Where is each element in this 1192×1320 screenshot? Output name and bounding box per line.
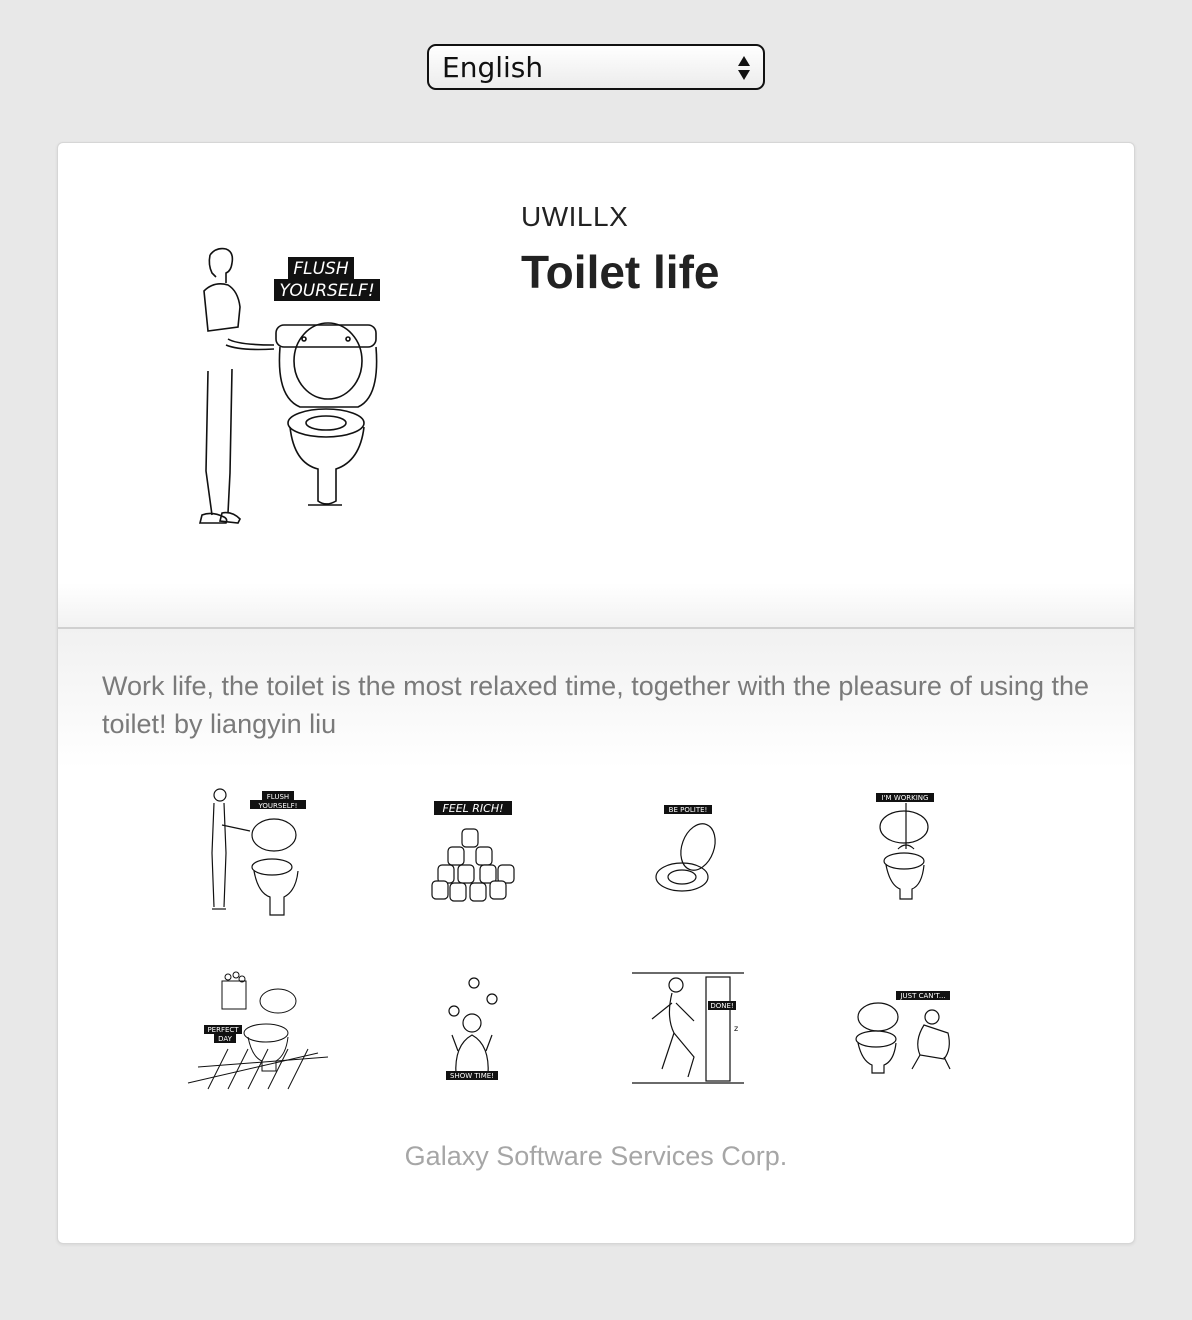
updown-arrows-icon (738, 56, 750, 80)
language-select[interactable]: English (427, 44, 765, 90)
sticker-feel-rich[interactable]: FEEL RICH! (398, 777, 548, 917)
svg-text:I'M WORKING: I'M WORKING (882, 794, 929, 802)
hero-caption-line2: YOURSELF! (279, 281, 374, 301)
sticker-be-polite[interactable]: BE POLITE! (614, 777, 764, 917)
pack-title: Toilet life (521, 246, 720, 298)
sticker-flush-yourself[interactable]: FLUSH YOURSELF! (178, 777, 328, 917)
svg-text:z: z (734, 1024, 738, 1033)
svg-text:PERFECT: PERFECT (207, 1026, 239, 1034)
svg-text:DAY: DAY (218, 1035, 233, 1043)
svg-text:BE POLITE!: BE POLITE! (669, 806, 708, 814)
sticker-just-cant[interactable]: JUST CAN'T... (830, 967, 980, 1107)
company-footer: Galaxy Software Services Corp. (404, 1141, 788, 1171)
sticker-im-working[interactable]: I'M WORKING (830, 777, 980, 917)
author-name: UWILLX (521, 201, 629, 232)
language-select-value: English (442, 50, 544, 84)
pack-description: Work life, the toilet is the most relaxe… (102, 671, 1090, 739)
svg-text:DONE!: DONE! (710, 1002, 733, 1010)
svg-text:FLUSH: FLUSH (267, 793, 289, 801)
hero-sticker-image: FLUSH YOURSELF! (198, 247, 380, 524)
hero-caption-line1: FLUSH (293, 259, 348, 279)
svg-text:FEEL RICH!: FEEL RICH! (442, 802, 503, 815)
sticker-done[interactable]: DONE! z (614, 967, 764, 1107)
header-fade (58, 583, 1134, 627)
sticker-pack-card: FLUSH YOURSELF! UWILLX Toilet life Work … (57, 142, 1135, 1244)
sticker-show-time[interactable]: SHOW TIME! (398, 967, 548, 1107)
svg-text:YOURSELF!: YOURSELF! (258, 802, 298, 810)
svg-text:SHOW TIME!: SHOW TIME! (450, 1072, 494, 1080)
svg-text:JUST CAN'T...: JUST CAN'T... (899, 992, 945, 1000)
sticker-perfect-day[interactable]: PERFECT DAY (178, 967, 328, 1107)
